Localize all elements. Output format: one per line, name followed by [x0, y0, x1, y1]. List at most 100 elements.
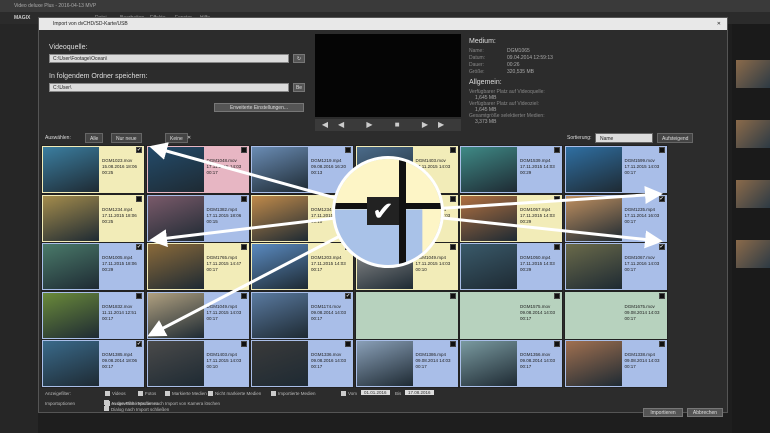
filter-imported[interactable]: Importierte Medien	[271, 391, 316, 397]
import-button[interactable]: Importieren	[643, 408, 683, 417]
clip-checkbox[interactable]	[554, 341, 560, 347]
clip-tile[interactable]: DGM1048.mov 17.11.2015 14:03 00:17	[145, 145, 250, 194]
clip-tile[interactable]: DGM1403.mp417.11.2015 14:0300:10	[145, 339, 250, 388]
clip-checkbox[interactable]: ✔	[136, 244, 142, 250]
clip-checkbox[interactable]	[658, 292, 665, 299]
filter-date-check[interactable]: Vom	[341, 391, 357, 397]
opt-close-dialog[interactable]: Dialog nach Import schließen	[104, 406, 169, 412]
clip-checkbox[interactable]	[136, 195, 142, 202]
sort-select[interactable]: Name	[595, 133, 653, 143]
clip-tile[interactable]: DGM1050.mp4 17.11.2015 14:03 00:29	[459, 242, 563, 291]
clip-checkbox[interactable]	[449, 195, 456, 202]
filter-photos[interactable]: Fotos	[138, 391, 156, 397]
clip-checkbox[interactable]	[449, 147, 456, 153]
clip-checkbox[interactable]	[240, 244, 247, 250]
clip-checkbox[interactable]: ✔	[658, 195, 665, 202]
clip-tile[interactable]: DGM1765.mp4 17.11.2015 14:47 00:17	[145, 242, 250, 291]
clip-checkbox[interactable]	[658, 341, 665, 347]
clip-checkbox[interactable]: ✔	[136, 341, 142, 347]
clip-checkbox[interactable]: ✔	[658, 244, 665, 250]
filter-unmarked[interactable]: Nicht markierte Medien	[208, 391, 261, 397]
clip-tile[interactable]: DGM1234.mp4 17.11.2015 18:06 00:25	[41, 193, 145, 243]
clip-checkbox[interactable]	[554, 195, 560, 202]
advanced-settings-button[interactable]: Erweiterte Einstellungen...	[214, 103, 304, 112]
clip-tile[interactable]: DGM1386.mp4 09.08.2014 14:03 00:17	[354, 339, 459, 388]
filter-marked[interactable]: Markierte Medien	[165, 391, 207, 397]
clip-tile[interactable]: DGM1356.mov 09.08.2014 14:03 00:17	[459, 339, 563, 388]
clip-info: DGM1336.mov 09.08.2016 14:03 00:17	[311, 352, 346, 370]
clip-checkbox[interactable]	[345, 147, 351, 153]
pool-thumbnail[interactable]	[736, 60, 770, 88]
clip-checkbox[interactable]	[449, 244, 456, 250]
target-folder-field[interactable]: C:\User\	[49, 83, 289, 92]
clip-checkbox[interactable]	[658, 147, 665, 153]
video-preview	[315, 34, 461, 117]
clip-dur: 00:17	[624, 218, 636, 224]
clip-checkbox[interactable]	[240, 341, 247, 347]
clip-name: DGM1675.mov	[624, 303, 655, 309]
clip-tile[interactable]: DGM1385.mp4 09.08.2014 18:06 00:17 ✔	[41, 339, 145, 388]
clip-tile[interactable]: DGM1832.mov 11.11.2014 12:51 00:17	[41, 290, 145, 340]
clip-checkbox[interactable]	[136, 292, 142, 299]
clip-checkbox[interactable]	[240, 292, 247, 299]
select-all-button[interactable]: Alle	[85, 133, 104, 143]
clear-icon[interactable]: ✕	[187, 133, 191, 143]
clip-thumbnail	[565, 195, 622, 241]
clip-tile[interactable]	[354, 290, 459, 340]
clip-info: DGM1049.mp4 17.11.2015 14:03 00:17	[207, 304, 242, 322]
select-label: Auswählen:	[45, 135, 71, 141]
clip-checkbox[interactable]	[240, 195, 247, 202]
order-button[interactable]: Aufsteigend	[657, 133, 694, 143]
pool-thumbnail[interactable]	[736, 120, 770, 148]
clip-tile[interactable]: DGM1057.mp4 17.11.2015 14:03 00:29	[459, 193, 563, 243]
date-from-field[interactable]: 01.01.2016	[361, 390, 390, 395]
clip-checkbox[interactable]	[449, 341, 456, 347]
playback-controls[interactable]: ◀◀ ▶ ■ ▶▶	[315, 119, 461, 131]
clip-checkbox[interactable]: ✔	[136, 147, 142, 153]
filter-videos[interactable]: Videos	[105, 391, 126, 397]
select-new-button[interactable]: Nur neue	[111, 133, 142, 143]
refresh-button[interactable]: ↻	[293, 54, 305, 63]
clip-tile[interactable]: DGM1575.mov 09.08.2014 14:03 00:17	[459, 290, 563, 340]
clip-dur: 00:17	[520, 315, 532, 321]
clip-tile[interactable]: DGM1338.mp4 09.08.2014 14:03 00:17	[563, 339, 668, 388]
clip-name: DGM1049.mp4	[206, 303, 238, 309]
clip-checkbox[interactable]	[554, 292, 560, 299]
import-options-label: Importoptionen	[45, 401, 76, 406]
clip-date: 17.11.2015 14:03	[520, 212, 555, 218]
clip-tile[interactable]: DGM1067.mov 17.11.2016 14:03 00:17 ✔	[563, 242, 668, 291]
clip-tile[interactable]: DGM1539.mp4 17.11.2015 14:03 00:29	[459, 145, 563, 194]
clip-checkbox[interactable]	[554, 147, 560, 153]
clip-dur: 00:29	[520, 218, 532, 224]
clip-tile[interactable]: DGM1599.mov 17.11.2015 14:03 00:17	[563, 145, 668, 194]
clip-checkbox[interactable]	[449, 292, 456, 299]
clip-dur: 00:17	[102, 364, 114, 369]
clip-tile[interactable]: DGM1675.mov 09.08.2014 14:03 00:17	[563, 290, 668, 340]
clip-checkbox[interactable]	[554, 244, 560, 250]
select-none-button[interactable]: Keine	[165, 133, 188, 143]
clip-tile[interactable]: DGM1005.mp4 17.11.2015 18:06 00:29 ✔	[41, 242, 145, 291]
clip-tile[interactable]: DGM1023.mov 15.08.2016 18:06 00:25 ✔	[41, 145, 145, 194]
clip-tile[interactable]: DGM1174.mov 09.08.2014 14:03 00:17 ✔	[250, 290, 354, 340]
clip-thumbnail	[565, 147, 622, 192]
magix-logo: MAGIX	[14, 15, 31, 21]
clip-checkbox[interactable]	[240, 147, 247, 153]
source-select[interactable]: C:\User\Footage\Ocean\	[49, 54, 289, 63]
clip-checkbox[interactable]	[345, 341, 351, 347]
pool-thumbnail[interactable]	[736, 180, 770, 208]
clip-tile[interactable]: DGM1235.mp4 17.11.2014 16:03 00:17 ✔	[563, 193, 668, 243]
info-key: Name:	[469, 48, 484, 54]
pool-thumbnail[interactable]	[736, 240, 770, 268]
cancel-button[interactable]: Abbrechen	[687, 408, 723, 417]
selection-toolbar: Auswählen: Alle Nur neue Keine ✕ Sortier…	[43, 133, 725, 143]
clip-tile[interactable]: DGM1203.mp4 17.11.2015 14:03 00:17	[250, 242, 354, 291]
left-panel	[0, 24, 38, 433]
clip-checkbox[interactable]: ✔	[345, 292, 351, 299]
clip-thumbnail	[252, 244, 308, 289]
clip-tile[interactable]: DGM1382.mp4 17.11.2015 18:06 00:15	[145, 193, 250, 243]
clip-tile[interactable]: DGM1049.mp4 17.11.2015 14:03 00:17	[145, 290, 250, 340]
browse-button[interactable]: Be	[293, 83, 305, 92]
date-to-field[interactable]: 17.08.2016	[405, 390, 434, 395]
clip-tile[interactable]: DGM1336.mov 09.08.2016 14:03 00:17	[250, 339, 354, 388]
close-icon[interactable]: ✕	[717, 18, 721, 30]
